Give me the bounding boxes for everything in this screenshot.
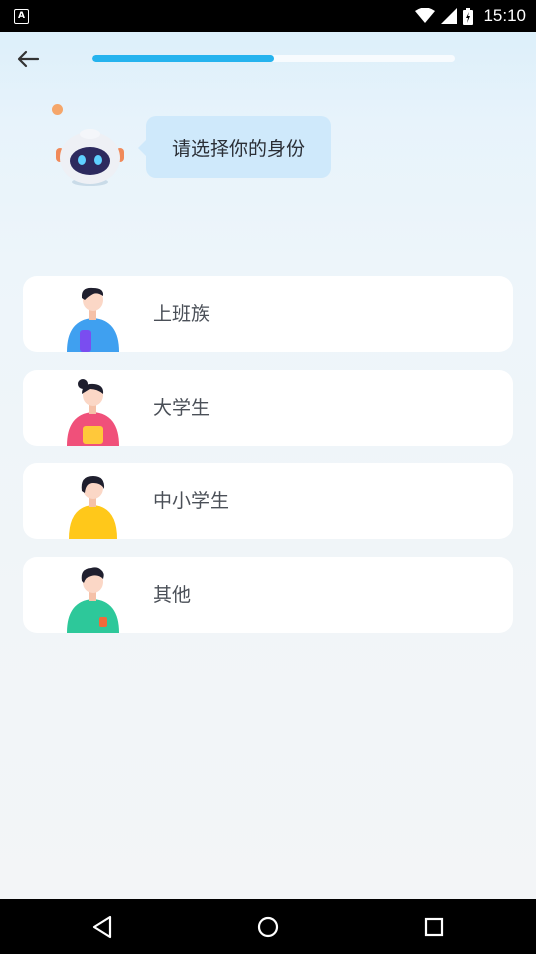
status-bar-right: 15:10 bbox=[415, 0, 526, 32]
progress-bar-fill bbox=[92, 55, 274, 62]
nav-back-icon bbox=[92, 915, 112, 939]
option-label: 大学生 bbox=[153, 397, 211, 419]
option-label: 上班族 bbox=[153, 303, 211, 325]
battery-icon bbox=[463, 7, 474, 25]
college-student-avatar-icon bbox=[67, 379, 119, 446]
back-button[interactable] bbox=[14, 46, 42, 74]
prompt-bubble: 请选择你的身份 bbox=[138, 116, 331, 178]
prompt-text: 请选择你的身份 bbox=[171, 137, 305, 160]
nav-home-icon bbox=[257, 916, 279, 938]
nav-recents-button[interactable] bbox=[420, 913, 448, 941]
option-card-other[interactable]: 其他 bbox=[23, 557, 513, 633]
option-card-school-student[interactable]: 中小学生 bbox=[23, 463, 513, 539]
nav-home-button[interactable] bbox=[254, 913, 282, 941]
nav-recents-icon bbox=[424, 917, 444, 937]
clock-time: 15:10 bbox=[483, 6, 526, 25]
robot-avatar-icon bbox=[56, 129, 124, 186]
progress-bar bbox=[92, 55, 455, 62]
office-worker-avatar-icon bbox=[67, 287, 119, 352]
wifi-icon bbox=[415, 8, 436, 23]
option-label: 其他 bbox=[153, 584, 192, 606]
cellular-signal-icon bbox=[441, 8, 458, 24]
back-arrow-icon bbox=[17, 50, 40, 68]
option-card-college-student[interactable]: 大学生 bbox=[23, 370, 513, 446]
decorative-dot bbox=[52, 104, 63, 115]
school-student-avatar-icon bbox=[69, 476, 117, 539]
option-card-office-worker[interactable]: 上班族 bbox=[23, 276, 513, 352]
app-notification-icon: A bbox=[14, 9, 29, 24]
status-bar: A 15:10 bbox=[0, 0, 536, 32]
option-label: 中小学生 bbox=[153, 490, 230, 512]
nav-back-button[interactable] bbox=[88, 913, 116, 941]
system-navigation-bar bbox=[0, 899, 536, 954]
other-avatar-icon bbox=[67, 567, 119, 633]
